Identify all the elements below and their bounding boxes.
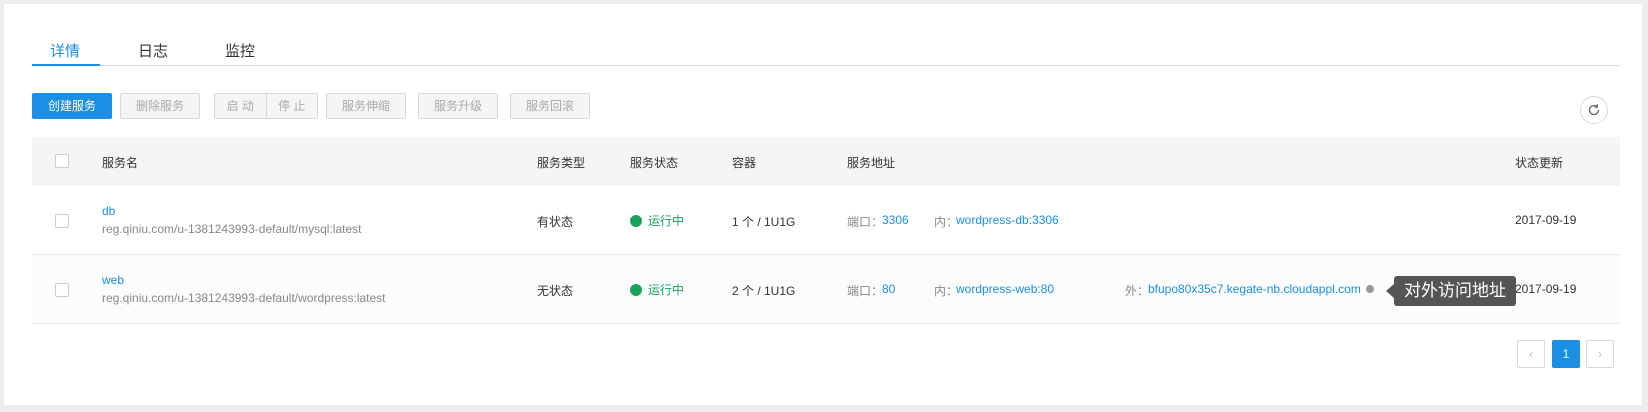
delete-service-button[interactable]: 删除服务 [120,93,200,119]
tab-bar: 详情 日志 监控 [32,4,1620,66]
running-status-dot [630,215,642,227]
running-status-dot [630,284,642,296]
start-stop-group: 启 动 停 止 [214,93,318,119]
info-dot-icon[interactable] [1365,285,1374,293]
port-link[interactable]: 3306 [882,213,909,227]
start-button[interactable]: 启 动 [215,94,266,118]
port-label: 端口： [847,284,884,298]
service-type: 无状态 [537,284,574,298]
next-page-button[interactable]: › [1586,340,1614,368]
status-updated-date: 2017-09-19 [1515,282,1577,296]
upgrade-service-button[interactable]: 服务升级 [418,93,498,119]
table-row: web reg.qiniu.com/u-1381243993-default/w… [32,255,1620,324]
row-checkbox[interactable] [55,214,69,228]
header-service-type: 服务类型 [537,156,586,170]
prev-page-button[interactable]: ‹ [1517,340,1545,368]
service-image: reg.qiniu.com/u-1381243993-default/wordp… [102,291,386,305]
tab-logs[interactable]: 日志 [138,40,168,61]
page-1-button[interactable]: 1 [1552,340,1580,368]
external-address-tooltip: 对外访问地址 [1386,276,1516,306]
internal-address-label: 内： [934,215,959,229]
container-spec: 2 个 / 1U1G [732,284,796,298]
tab-details[interactable]: 详情 [50,40,80,61]
external-address-link[interactable]: bfupo80x35c7.kegate-nb.cloudappl.com [1148,282,1361,296]
rollback-service-button[interactable]: 服务回滚 [510,93,590,119]
tab-monitor[interactable]: 监控 [225,40,255,61]
header-service-name: 服务名 [102,156,139,170]
service-name-link[interactable]: web [102,273,124,287]
header-service-address: 服务地址 [847,156,896,170]
port-label: 端口： [847,215,884,229]
header-status-updated: 状态更新 [1515,156,1564,170]
service-panel: 详情 日志 监控 创建服务 删除服务 启 动 停 止 服务伸缩 服务升级 服务回… [4,4,1642,405]
service-status: 运行中 [630,281,684,298]
internal-address-link[interactable]: wordpress-web:80 [956,282,1054,296]
external-address: bfupo80x35c7.kegate-nb.cloudappl.com [1148,282,1374,296]
table-header: 服务名 服务类型 服务状态 容器 服务地址 状态更新 [32,137,1620,186]
service-status: 运行中 [630,212,684,229]
service-type: 有状态 [537,215,574,229]
create-service-button[interactable]: 创建服务 [32,93,112,119]
row-checkbox[interactable] [55,283,69,297]
service-name-link[interactable]: db [102,204,115,218]
refresh-button[interactable] [1580,96,1608,124]
internal-address-label: 内： [934,284,959,298]
table-row: db reg.qiniu.com/u-1381243993-default/my… [32,186,1620,255]
service-image: reg.qiniu.com/u-1381243993-default/mysql… [102,222,362,236]
active-tab-indicator [32,64,100,66]
internal-address-link[interactable]: wordpress-db:3306 [956,213,1059,227]
select-all-checkbox[interactable] [55,154,69,168]
scale-service-button[interactable]: 服务伸缩 [326,93,406,119]
header-container: 容器 [732,156,757,170]
header-service-status: 服务状态 [630,156,679,170]
refresh-icon [1588,104,1600,116]
stop-button[interactable]: 停 止 [265,94,318,118]
external-address-label: 外： [1125,284,1150,298]
container-spec: 1 个 / 1U1G [732,215,796,229]
port-link[interactable]: 80 [882,282,895,296]
status-updated-date: 2017-09-19 [1515,213,1577,227]
